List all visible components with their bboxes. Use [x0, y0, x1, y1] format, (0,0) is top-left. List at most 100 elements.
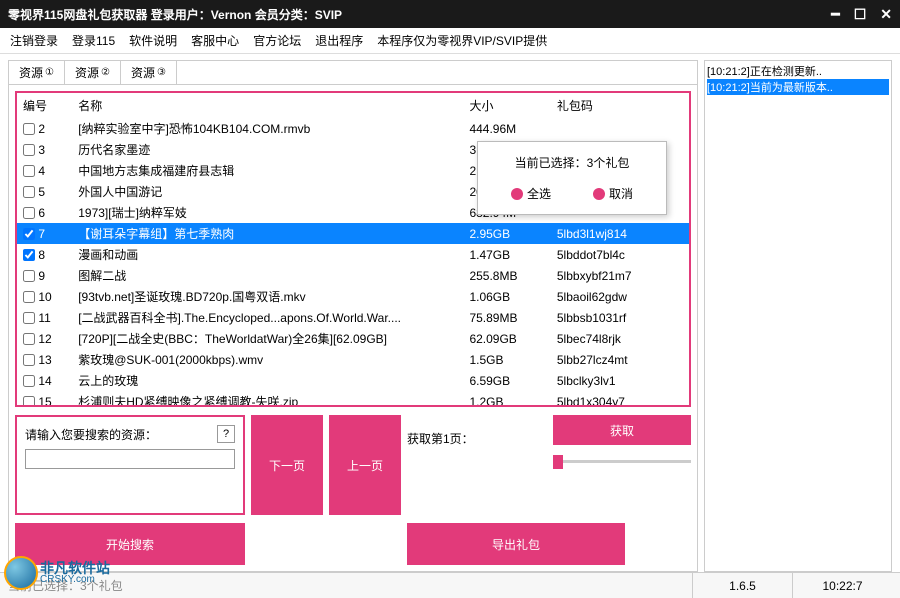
status-text: 当前已选择：3个礼包 — [8, 577, 692, 594]
status-time: 10:22:7 — [792, 573, 892, 598]
row-name: 历代名家墨迹 — [72, 139, 463, 160]
menu-note: 本程序仅为零视界VIP/SVIP提供 — [377, 32, 547, 49]
table-row[interactable]: 15杉浦则夫HD紧缚映像之紧缚调教-失咲.zip1.2GB5lbd1x304y7 — [17, 391, 689, 405]
selection-popup: 当前已选择：3个礼包 全选 取消 — [477, 141, 667, 215]
row-code: 5lbbxybf21m7 — [551, 265, 689, 286]
tab-resource-1[interactable]: 资源① — [9, 61, 65, 84]
prev-page-button[interactable]: 下一页 — [251, 415, 323, 515]
export-button[interactable]: 导出礼包 — [407, 523, 625, 565]
row-size: 6.59GB — [463, 370, 550, 391]
table-row[interactable]: 14云上的玫瑰6.59GB5lbclky3lv1 — [17, 370, 689, 391]
table-row[interactable]: 2[纳粹实验室中字]恐怖104KB104.COM.rmvb444.96M — [17, 118, 689, 139]
row-name: 1973][瑞士]纳粹军妓 — [72, 202, 463, 223]
row-checkbox[interactable] — [23, 144, 35, 156]
row-checkbox[interactable] — [23, 228, 35, 240]
menu-forum[interactable]: 官方论坛 — [253, 32, 301, 49]
page-slider[interactable] — [553, 451, 691, 471]
row-checkbox[interactable] — [23, 396, 35, 405]
cancel-option[interactable]: 取消 — [593, 185, 633, 202]
row-name: [纳粹实验室中字]恐怖104KB104.COM.rmvb — [72, 118, 463, 139]
refresh-icon: ③ — [157, 67, 166, 78]
minimize-button[interactable]: ━ — [831, 6, 839, 23]
table-row[interactable]: 7【谢耳朵字幕组】第七季熟肉2.95GB5lbd3l1wj814 — [17, 223, 689, 244]
tab-resource-2[interactable]: 资源② — [65, 61, 121, 84]
refresh-icon: ① — [45, 67, 54, 78]
row-code: 5lbaoil62gdw — [551, 286, 689, 307]
watermark: 非凡软件站 CRSKY.com — [4, 556, 110, 590]
row-name: [二战武器百科全书].The.Encycloped...apons.Of.Wor… — [72, 307, 463, 328]
status-version: 1.6.5 — [692, 573, 792, 598]
left-panel: 资源① 资源② 资源③ 编号 名称 大小 礼包码 — [8, 60, 698, 572]
col-code[interactable]: 礼包码 — [551, 93, 689, 118]
row-checkbox[interactable] — [23, 375, 35, 387]
table-row[interactable]: 8漫画和动画1.47GB5lbddot7bl4c — [17, 244, 689, 265]
globe-icon — [4, 556, 38, 590]
row-name: 杉浦则夫HD紧缚映像之紧缚调教-失咲.zip — [72, 391, 463, 405]
table-row[interactable]: 11[二战武器百科全书].The.Encycloped...apons.Of.W… — [17, 307, 689, 328]
titlebar-text: 零视界115网盘礼包获取器 登录用户：Vernon 会员分类：SVIP — [8, 6, 831, 23]
col-name[interactable]: 名称 — [72, 93, 463, 118]
fetch-page-label: 获取第1页： — [407, 430, 474, 447]
row-checkbox[interactable] — [23, 312, 35, 324]
menu-support[interactable]: 客服中心 — [191, 32, 239, 49]
row-checkbox[interactable] — [23, 123, 35, 135]
table-row[interactable]: 9图解二战255.8MB5lbbxybf21m7 — [17, 265, 689, 286]
row-code: 5lbb27lcz4mt — [551, 349, 689, 370]
refresh-icon: ② — [101, 67, 110, 78]
row-code: 5lbd1x304y7 — [551, 391, 689, 405]
fetch-button[interactable]: 获取 — [553, 415, 691, 445]
row-size: 1.47GB — [463, 244, 550, 265]
row-checkbox[interactable] — [23, 207, 35, 219]
help-button[interactable]: ? — [217, 425, 235, 443]
row-size: 1.2GB — [463, 391, 550, 405]
export-col: 获取第1页： — [407, 415, 547, 515]
table-scroll[interactable]: 编号 名称 大小 礼包码 2[纳粹实验室中字]恐怖104KB104.COM.rm… — [17, 93, 689, 405]
maximize-button[interactable]: ☐ — [854, 6, 867, 23]
row-checkbox[interactable] — [23, 270, 35, 282]
row-checkbox[interactable] — [23, 333, 35, 345]
row-size: 62.09GB — [463, 328, 550, 349]
next-page-button[interactable]: 上一页 — [329, 415, 401, 515]
row-code: 5lbddot7bl4c — [551, 244, 689, 265]
row-checkbox[interactable] — [23, 291, 35, 303]
titlebar[interactable]: 零视界115网盘礼包获取器 登录用户：Vernon 会员分类：SVIP ━ ☐ … — [0, 0, 900, 28]
menu-help[interactable]: 软件说明 — [129, 32, 177, 49]
row-name: 外国人中国游记 — [72, 181, 463, 202]
watermark-en: CRSKY.com — [40, 575, 110, 585]
col-size[interactable]: 大小 — [463, 93, 550, 118]
row-name: 云上的玫瑰 — [72, 370, 463, 391]
log-line[interactable]: [10:21:2]正在检测更新.. — [707, 63, 889, 79]
nav-prev-col: 下一页 — [251, 415, 323, 515]
controls-row: 请输入您要搜索的资源： ? 下一页 上一页 获取第1页： — [15, 415, 691, 515]
row-checkbox[interactable] — [23, 249, 35, 261]
table-row[interactable]: 10[93tvb.net]圣诞玫瑰.BD720p.国粤双语.mkv1.06GB5… — [17, 286, 689, 307]
radio-icon — [593, 188, 605, 200]
search-input[interactable] — [25, 449, 235, 469]
menu-exit[interactable]: 退出程序 — [315, 32, 363, 49]
row-code: 5lbd3l1wj814 — [551, 223, 689, 244]
row-checkbox[interactable] — [23, 354, 35, 366]
tab-resource-3[interactable]: 资源③ — [121, 61, 177, 84]
row-size: 75.89MB — [463, 307, 550, 328]
statusbar: 当前已选择：3个礼包 1.6.5 10:22:7 — [0, 572, 900, 598]
row-checkbox[interactable] — [23, 165, 35, 177]
table-header: 编号 名称 大小 礼包码 — [17, 93, 689, 118]
row-name: 图解二战 — [72, 265, 463, 286]
row-size: 255.8MB — [463, 265, 550, 286]
row-code: 5lbec74l8rjk — [551, 328, 689, 349]
controls-row-2: 开始搜索 导出礼包 — [15, 523, 691, 565]
popup-title: 当前已选择：3个礼包 — [490, 154, 654, 171]
menu-logout[interactable]: 注销登录 — [10, 32, 58, 49]
slider-thumb[interactable] — [553, 455, 563, 469]
body: 资源① 资源② 资源③ 编号 名称 大小 礼包码 — [0, 54, 900, 572]
row-name: 中国地方志集成福建府县志辑 — [72, 160, 463, 181]
col-num[interactable]: 编号 — [17, 93, 72, 118]
table-row[interactable]: 12[720P][二战全史(BBC：TheWorldatWar)全26集][62… — [17, 328, 689, 349]
row-checkbox[interactable] — [23, 186, 35, 198]
select-all-option[interactable]: 全选 — [511, 185, 551, 202]
table-row[interactable]: 13紫玫瑰@SUK-001(2000kbps).wmv1.5GB5lbb27lc… — [17, 349, 689, 370]
log-line[interactable]: [10:21:2]当前为最新版本.. — [707, 79, 889, 95]
menu-login115[interactable]: 登录115 — [72, 32, 115, 49]
row-size: 444.96M — [463, 118, 550, 139]
close-button[interactable]: ✕ — [880, 6, 892, 23]
